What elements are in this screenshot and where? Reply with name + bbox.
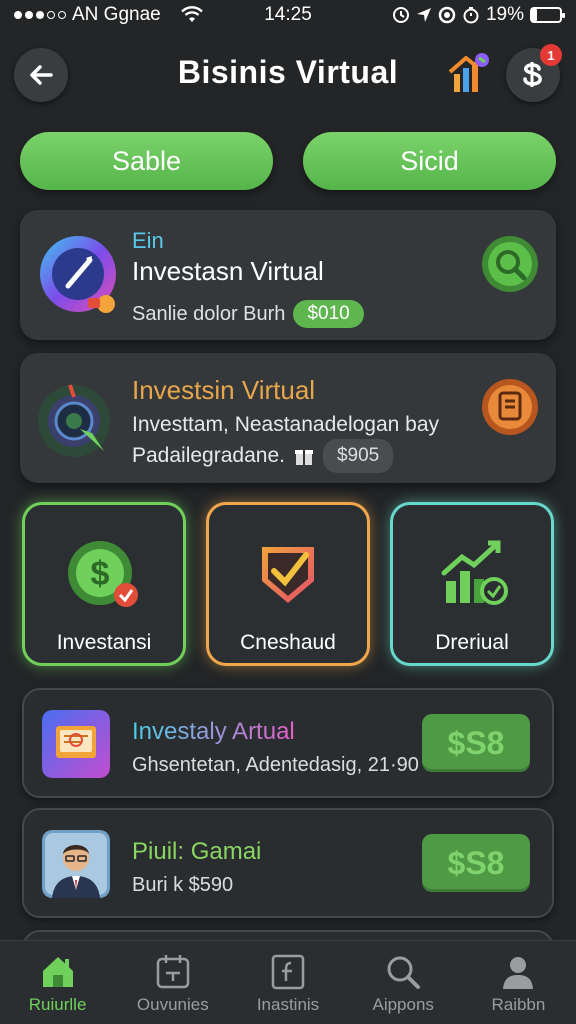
battery-icon [530,7,565,23]
carrier-name: AN Ggnae [72,4,161,25]
shield-check-icon [262,547,314,603]
buy-price-button[interactable]: $S8 [422,714,530,772]
list-item-title: Piuil: Gamai [132,838,262,865]
status-right: 19% [392,4,565,26]
list-item[interactable]: Investaly Artual Ghsentetan, Adentedasig… [22,688,554,798]
card1-title: Investasn Virtual [132,256,324,286]
svg-text:$: $ [91,555,110,593]
nav-label-aippons: Aippons [372,995,434,1014]
nav-item-inastinis[interactable]: Inastinis [230,941,345,1024]
nav-item-aippons[interactable]: Aippons [346,941,461,1024]
top-pill-row: Sable Sicid [20,132,556,190]
gift-icon [294,450,313,465]
investment-card-2[interactable]: Investsin Virtual Investtam, Neastanadel… [20,353,556,483]
compass-icon [40,236,116,313]
target-icon [38,384,110,457]
buy-price-button[interactable]: $S8 [422,834,530,892]
card2-body: Investtam, Neastanadelogan bay Padailegr… [132,411,439,473]
signal-icon [14,11,66,19]
tile-investansi[interactable]: $ Investansi [22,502,186,666]
list-item[interactable]: Piuil: Gamai Buri k $590 $S8 [22,808,554,918]
battery-percent: 19% [485,4,524,25]
search-icon [387,956,421,989]
nav-item-raibbn[interactable]: Raibbn [461,941,576,1024]
wifi-icon [180,6,203,22]
coin-button[interactable]: 1 [506,44,562,102]
sync-icon [438,6,456,24]
card2-body-row2: Padailegradane. $905 [132,439,439,473]
header: Bisinis Virtual 1 [0,44,576,108]
status-bar: AN Ggnae 14:25 19% [0,0,576,30]
card1-small-title: Ein [132,228,164,253]
tile-dreriual[interactable]: Dreriual [390,502,554,666]
battery-fill [532,9,538,21]
notification-badge: 1 [540,44,562,66]
list-item-subtitle: Buri k $590 [132,874,234,896]
card2-body-line2: Padailegradane. [132,444,285,467]
growth-chart-icon [441,540,508,605]
card2-title: Investsin Virtual [132,375,316,405]
card2-body-line1: Investtam, Neastanadelogan bay [132,413,440,436]
search-gear-icon[interactable] [480,234,540,294]
location-icon [416,8,431,22]
calendar-icon [156,955,190,989]
avatar [42,830,110,898]
nav-label-raibbn: Raibbn [491,995,546,1014]
investment-card-1[interactable]: Ein Investasn Virtual Sanlie dolor Burh … [20,210,556,340]
status-left: AN Ggnae [14,4,203,26]
card1-subtitle: Sanlie dolor Burh [132,302,286,325]
profile-icon [503,957,534,989]
card1-price-badge: $010 [293,300,364,328]
nav-item-ouvunies[interactable]: Ouvunies [115,941,230,1024]
document-icon [271,954,305,990]
pill-sicid[interactable]: Sicid [303,132,556,190]
nav-label-home: Ruiurlle [28,995,87,1014]
nav-item-home[interactable]: Ruiurlle [0,941,115,1024]
home-icon [42,957,73,987]
receipt-icon[interactable] [480,377,540,437]
document-folder-icon [42,710,110,778]
nav-label-ouvunies: Ouvunies [136,995,209,1014]
dollar-icon [523,62,542,87]
house-chart-icon[interactable] [446,50,492,96]
tile-cneshaud[interactable]: Cneshaud [206,502,370,666]
dollar-coin-icon: $ [68,541,138,607]
card2-price-badge: $905 [322,439,394,473]
list-item-title: Investaly Artual [132,718,295,745]
list-item-subtitle: Ghsentetan, Adentedasig, 21·90 [132,754,419,776]
tile-dreriual-label: Dreriual [435,631,509,654]
tile-cneshaud-label: Cneshaud [240,631,336,654]
alarm-icon [392,7,409,23]
card1-subtitle-row: Sanlie dolor Burh $010 [132,300,364,328]
tile-investansi-label: Investansi [56,631,152,654]
timer-icon [463,7,479,24]
nav-label-inastinis: Inastinis [256,995,320,1014]
pill-sable[interactable]: Sable [20,132,273,190]
bottom-nav: Ruiurlle Ouvunies Inastinis Aippons Raib… [0,940,576,1024]
